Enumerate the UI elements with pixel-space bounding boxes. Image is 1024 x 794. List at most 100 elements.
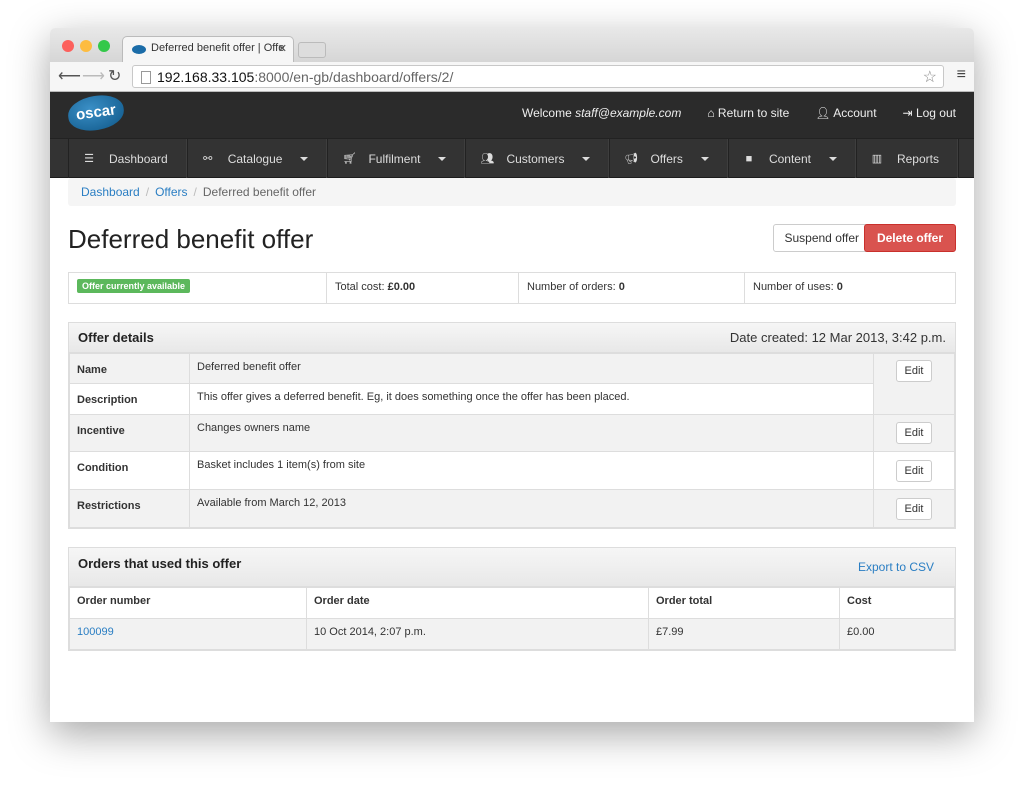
number-of-uses: Number of uses: 0 <box>753 281 843 293</box>
favicon-icon <box>132 45 146 54</box>
column-header: Order date <box>306 587 649 619</box>
menu-icon[interactable]: ≡ <box>957 66 966 84</box>
address-bar[interactable]: 192.168.33.105:8000/en-gb/dashboard/offe… <box>132 65 944 88</box>
nav-label: Catalogue <box>227 151 283 166</box>
cart-icon: 🛒︎ <box>342 153 357 165</box>
back-icon[interactable]: ⟵ <box>58 66 81 86</box>
main-content: Dashboard / Offers / Deferred benefit offer … <box>68 178 956 651</box>
tab-strip: Deferred benefit offer | Offe ✕ <box>50 28 974 62</box>
incentive-value: Changes owners name <box>189 414 874 452</box>
nav-item-reports[interactable]: ▥ Reports <box>855 139 958 178</box>
return-to-site-link[interactable]: ⌂ Return to site <box>707 106 789 120</box>
column-header: Order total <box>648 587 840 619</box>
bar-chart-icon: ▥ <box>871 153 883 165</box>
forward-icon[interactable]: ⟶ <box>82 66 105 86</box>
nav-item-fulfilment[interactable]: 🛒︎ Fulfilment <box>327 139 466 178</box>
welcome-text: Welcome staff@example.com <box>521 106 682 120</box>
new-tab-button[interactable] <box>298 42 326 58</box>
maximize-window-button[interactable] <box>98 40 110 52</box>
breadcrumb: Dashboard / Offers / Deferred benefit offer <box>68 178 956 206</box>
main-nav: ☰ Dashboard ⚯ Catalogue 🛒︎ Fulfilment 👥︎ Custom… <box>50 138 974 178</box>
restrictions-label: Restrictions <box>69 489 190 528</box>
nav-label: Customers <box>506 151 565 166</box>
panel-title: Offer details <box>78 330 154 345</box>
suspend-offer-button[interactable]: Suspend offer <box>773 224 870 252</box>
logout-icon: ⇥ <box>902 106 913 120</box>
breadcrumb-offers[interactable]: Offers <box>155 185 187 199</box>
order-total: £7.99 <box>648 618 840 650</box>
caret-down-icon <box>438 156 447 161</box>
browser-tab[interactable]: Deferred benefit offer | Offe ✕ <box>122 36 294 62</box>
url-host: 192.168.33.105 <box>157 69 255 85</box>
delete-offer-button[interactable]: Delete offer <box>863 224 956 252</box>
list-icon: ☰ <box>84 153 94 165</box>
nav-item-content[interactable]: ■ Content <box>727 139 856 178</box>
nav-item-offers[interactable]: 📢︎ Offers <box>609 139 728 178</box>
nav-item-dashboard[interactable]: ☰ Dashboard <box>68 139 187 178</box>
account-link[interactable]: 👤︎ Account <box>815 106 876 120</box>
sitemap-icon: ⚯ <box>203 153 213 165</box>
minimize-window-button[interactable] <box>80 40 92 52</box>
name-label: Name <box>69 353 190 384</box>
offer-details-panel: Offer details Date created: 12 Mar 2013, … <box>68 322 956 529</box>
site-header: oscar Welcome staff@example.com ⌂ Return… <box>50 92 974 138</box>
column-header: Order number <box>69 587 307 619</box>
edit-incentive-button[interactable]: Edit <box>895 422 933 444</box>
name-value: Deferred benefit offer <box>189 353 874 384</box>
nav-label: Fulfilment <box>368 151 421 166</box>
browser-window: Deferred benefit offer | Offe ✕ ⟵ ⟶ ↻ 192… <box>50 28 974 722</box>
oscar-logo[interactable]: oscar <box>65 92 127 134</box>
browser-toolbar: ⟵ ⟶ ↻ 192.168.33.105:8000/en-gb/dashboar… <box>50 62 974 92</box>
order-cost: £0.00 <box>839 618 955 650</box>
breadcrumb-dashboard[interactable]: Dashboard <box>81 185 140 199</box>
panel-title: Orders that used this offer <box>78 556 242 571</box>
offer-stats: Offer currently available Total cost: £0… <box>68 272 956 304</box>
bookmark-star-icon[interactable]: ☆ <box>923 67 937 87</box>
export-csv-link[interactable]: Export to CSV <box>858 556 946 579</box>
logout-link[interactable]: ⇥ Log out <box>903 106 956 120</box>
restrictions-value: Available from March 12, 2013 <box>189 489 874 528</box>
page-title: Deferred benefit offer <box>68 224 314 254</box>
order-date: 10 Oct 2014, 2:07 p.m. <box>306 618 649 650</box>
order-number-link[interactable]: 100099 <box>77 626 114 638</box>
folder-icon: ■ <box>745 152 753 165</box>
date-created: Date created: 12 Mar 2013, 3:42 p.m. <box>729 330 946 345</box>
close-window-button[interactable] <box>62 40 74 52</box>
reload-icon[interactable]: ↻ <box>108 66 121 86</box>
user-icon: 👤︎ <box>815 106 831 120</box>
nav-item-paypal[interactable]: ●PayPal <box>958 139 974 178</box>
description-value: This offer gives a deferred benefit. Eg,… <box>189 383 874 415</box>
status-badge: Offer currently available <box>77 279 191 293</box>
caret-down-icon <box>582 156 591 161</box>
url-path: :8000/en-gb/dashboard/offers/2/ <box>254 69 454 85</box>
total-cost: Total cost: £0.00 <box>327 273 519 303</box>
edit-name-button[interactable]: Edit <box>895 360 933 382</box>
condition-value: Basket includes 1 item(s) from site <box>189 451 874 490</box>
close-tab-icon[interactable]: ✕ <box>278 42 287 55</box>
nav-label: Dashboard <box>109 151 168 166</box>
condition-label: Condition <box>69 451 190 490</box>
globe-icon: ● <box>973 153 974 165</box>
nav-item-customers[interactable]: 👥︎ Customers <box>465 139 610 178</box>
nav-label: Offers <box>650 151 683 166</box>
home-icon: ⌂ <box>707 106 715 120</box>
description-label: Description <box>69 383 190 415</box>
group-icon: 👥︎ <box>480 153 495 165</box>
table-row: 100099 10 Oct 2014, 2:07 p.m. £7.99 £0.00 <box>69 618 955 650</box>
nav-label: Content <box>768 151 811 166</box>
nav-item-catalogue[interactable]: ⚯ Catalogue <box>186 139 328 178</box>
edit-restrictions-button[interactable]: Edit <box>895 497 933 520</box>
orders-panel: Orders that used this offer Export to CSV… <box>68 547 956 651</box>
column-header: Cost <box>839 587 955 619</box>
tab-title: Deferred benefit offer | Offe <box>151 42 285 54</box>
nav-label: Reports <box>896 151 939 166</box>
caret-down-icon <box>700 156 709 161</box>
number-of-orders: Number of orders: 0 <box>519 273 745 303</box>
caret-down-icon <box>300 156 309 161</box>
caret-down-icon <box>828 156 837 161</box>
breadcrumb-current: Deferred benefit offer <box>202 185 317 199</box>
bullhorn-icon: 📢︎ <box>624 153 639 165</box>
page-icon <box>141 71 151 84</box>
incentive-label: Incentive <box>69 414 190 452</box>
edit-condition-button[interactable]: Edit <box>895 459 933 482</box>
